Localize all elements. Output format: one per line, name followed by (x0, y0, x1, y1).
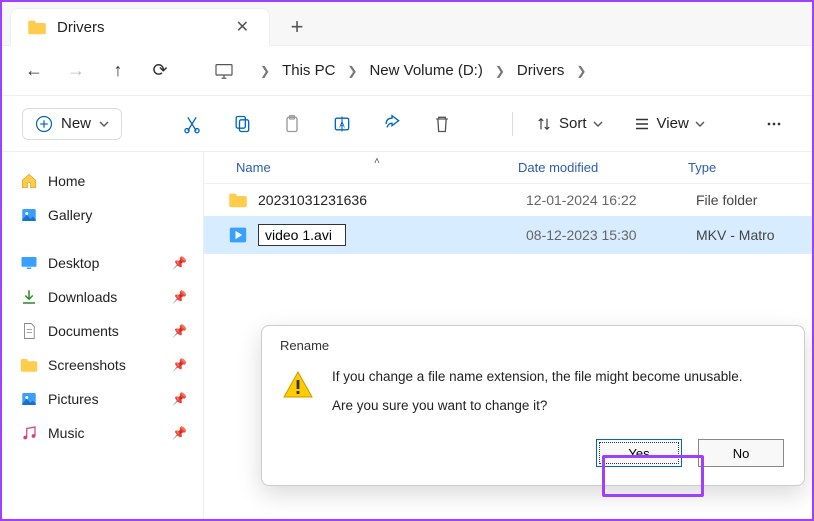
copy-button[interactable] (224, 106, 260, 142)
documents-icon (20, 322, 38, 340)
video-file-icon (228, 226, 248, 244)
pc-icon[interactable] (208, 55, 240, 87)
dialog-title: Rename (262, 326, 804, 359)
delete-button[interactable] (424, 106, 460, 142)
plus-circle-icon (35, 115, 53, 133)
warning-icon (280, 369, 316, 413)
share-button[interactable] (374, 106, 410, 142)
sidebar-item-documents[interactable]: Documents 📌 (2, 314, 203, 348)
downloads-icon (20, 288, 38, 306)
sidebar-label: Desktop (48, 255, 99, 271)
sidebar-label: Documents (48, 323, 119, 339)
forward-button[interactable]: → (60, 55, 92, 87)
sort-button[interactable]: Sort (527, 109, 611, 139)
file-type: File folder (696, 192, 788, 208)
rename-input[interactable] (258, 224, 346, 246)
sort-icon (535, 115, 553, 133)
desktop-icon (20, 254, 38, 272)
sidebar-item-gallery[interactable]: Gallery (2, 198, 203, 232)
file-row[interactable]: 08-12-2023 15:30 MKV - Matro (204, 216, 812, 254)
breadcrumb-this-pc[interactable]: This PC (276, 58, 341, 83)
column-headers: Name˄ Date modified Type (204, 152, 812, 184)
more-button[interactable] (756, 106, 792, 142)
sidebar-item-music[interactable]: Music 📌 (2, 416, 203, 450)
pin-icon: 📌 (172, 290, 187, 304)
chevron-right-icon[interactable]: ❯ (347, 64, 357, 78)
sidebar-label: Music (48, 425, 85, 441)
column-type[interactable]: Type (688, 160, 788, 175)
music-icon (20, 424, 38, 442)
tab-bar: Drivers ✕ + (2, 2, 812, 46)
pin-icon: 📌 (172, 256, 187, 270)
cut-button[interactable] (174, 106, 210, 142)
close-icon[interactable]: ✕ (232, 13, 253, 41)
pin-icon: 📌 (172, 324, 187, 338)
sidebar-item-desktop[interactable]: Desktop 📌 (2, 246, 203, 280)
file-row[interactable]: 20231031231636 12-01-2024 16:22 File fol… (204, 184, 812, 216)
sort-indicator-icon: ˄ (374, 156, 380, 167)
new-button-label: New (61, 115, 91, 132)
sidebar-item-home[interactable]: Home (2, 164, 203, 198)
pin-icon: 📌 (172, 392, 187, 406)
file-name: 20231031231636 (258, 192, 526, 208)
dialog-message-2: Are you sure you want to change it? (332, 398, 786, 413)
sidebar-label: Gallery (48, 207, 92, 223)
rename-button[interactable]: A (324, 106, 360, 142)
tab-title: Drivers (57, 19, 222, 36)
yes-button[interactable]: Yes (596, 439, 682, 467)
breadcrumb-drivers[interactable]: Drivers (511, 58, 571, 83)
column-date[interactable]: Date modified (518, 160, 688, 175)
no-button[interactable]: No (698, 439, 784, 467)
home-icon (20, 172, 38, 190)
chevron-right-icon[interactable]: ❯ (260, 64, 270, 78)
folder-icon (27, 19, 47, 35)
rename-dialog: Rename If you change a file name extensi… (261, 325, 805, 486)
dialog-message-1: If you change a file name extension, the… (332, 369, 786, 384)
sidebar: Home Gallery Desktop 📌 Downloads 📌 Docum… (2, 152, 204, 519)
new-tab-button[interactable]: + (278, 8, 316, 46)
new-button[interactable]: New (22, 108, 122, 140)
chevron-down-icon (99, 119, 109, 129)
tab-drivers[interactable]: Drivers ✕ (10, 8, 270, 46)
chevron-right-icon[interactable]: ❯ (576, 64, 586, 78)
sidebar-label: Home (48, 173, 85, 189)
sidebar-label: Downloads (48, 289, 117, 305)
gallery-icon (20, 206, 38, 224)
sidebar-item-pictures[interactable]: Pictures 📌 (2, 382, 203, 416)
chevron-down-icon (695, 119, 705, 129)
folder-icon (228, 192, 248, 208)
pictures-icon (20, 390, 38, 408)
file-type: MKV - Matro (696, 227, 788, 243)
up-button[interactable]: ↑ (102, 55, 134, 87)
file-date: 08-12-2023 15:30 (526, 227, 696, 243)
sidebar-item-screenshots[interactable]: Screenshots 📌 (2, 348, 203, 382)
nav-bar: ← → ↑ ⟳ ❯ This PC ❯ New Volume (D:) ❯ Dr… (2, 46, 812, 96)
back-button[interactable]: ← (18, 55, 50, 87)
sidebar-label: Pictures (48, 391, 99, 407)
sort-label: Sort (559, 115, 587, 132)
sidebar-item-downloads[interactable]: Downloads 📌 (2, 280, 203, 314)
file-date: 12-01-2024 16:22 (526, 192, 696, 208)
refresh-button[interactable]: ⟳ (144, 55, 176, 87)
breadcrumb-volume[interactable]: New Volume (D:) (363, 58, 488, 83)
chevron-down-icon (593, 119, 603, 129)
view-list-icon (633, 115, 651, 133)
column-name[interactable]: Name˄ (228, 160, 518, 175)
chevron-right-icon[interactable]: ❯ (495, 64, 505, 78)
folder-icon (20, 356, 38, 374)
view-label: View (657, 115, 689, 132)
pin-icon: 📌 (172, 358, 187, 372)
sidebar-label: Screenshots (48, 357, 126, 373)
view-button[interactable]: View (625, 109, 713, 139)
toolbar: New A Sort View (2, 96, 812, 152)
pin-icon: 📌 (172, 426, 187, 440)
breadcrumb: ❯ This PC ❯ New Volume (D:) ❯ Drivers ❯ (260, 58, 586, 83)
paste-button[interactable] (274, 106, 310, 142)
